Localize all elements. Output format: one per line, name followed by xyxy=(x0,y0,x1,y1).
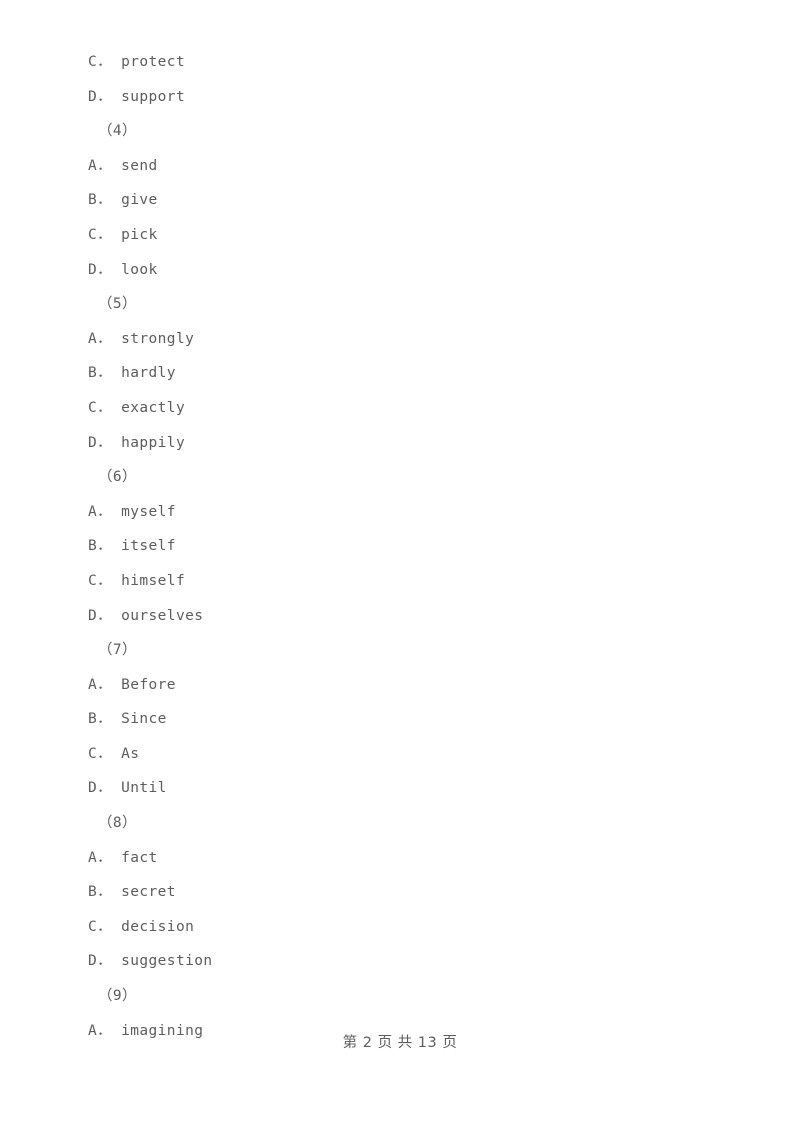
answer-option: A． send xyxy=(88,157,158,174)
answer-option: D． happily xyxy=(88,434,186,451)
answer-option: B． itself xyxy=(88,538,176,555)
question-number: （8） xyxy=(98,815,137,832)
answer-option: A． myself xyxy=(88,503,176,520)
question-number: （9） xyxy=(98,988,137,1005)
question-options-list: C． protect D． support （4） A． send B． give C． … xyxy=(88,45,728,1048)
question-number: （6） xyxy=(98,469,137,486)
answer-option: C． himself xyxy=(88,572,186,589)
question-number: （4） xyxy=(98,123,137,140)
answer-option: D． Until xyxy=(88,780,167,797)
answer-option: D． suggestion xyxy=(88,953,213,970)
document-page: C． protect D． support （4） A． send B． give C． … xyxy=(0,0,800,1132)
answer-option: C． protect xyxy=(88,54,186,70)
answer-option: B． secret xyxy=(88,884,176,901)
answer-option: B． hardly xyxy=(88,365,176,382)
question-number: （7） xyxy=(98,642,137,659)
answer-option: D． look xyxy=(88,261,158,278)
answer-option: A． fact xyxy=(88,849,158,866)
answer-option: A． Before xyxy=(88,676,176,693)
answer-option: B． give xyxy=(88,192,158,209)
answer-option: C． As xyxy=(88,745,140,762)
answer-option: D． support xyxy=(88,88,186,105)
answer-option: C． decision xyxy=(88,918,195,935)
answer-option: C． pick xyxy=(88,226,158,243)
answer-option: B． Since xyxy=(88,711,167,728)
answer-option: C． exactly xyxy=(88,399,186,416)
answer-option: D． ourselves xyxy=(88,607,204,624)
question-number: （5） xyxy=(98,296,137,313)
page-footer: 第 2 页 共 13 页 xyxy=(342,1035,458,1051)
answer-option: A． strongly xyxy=(88,330,195,347)
